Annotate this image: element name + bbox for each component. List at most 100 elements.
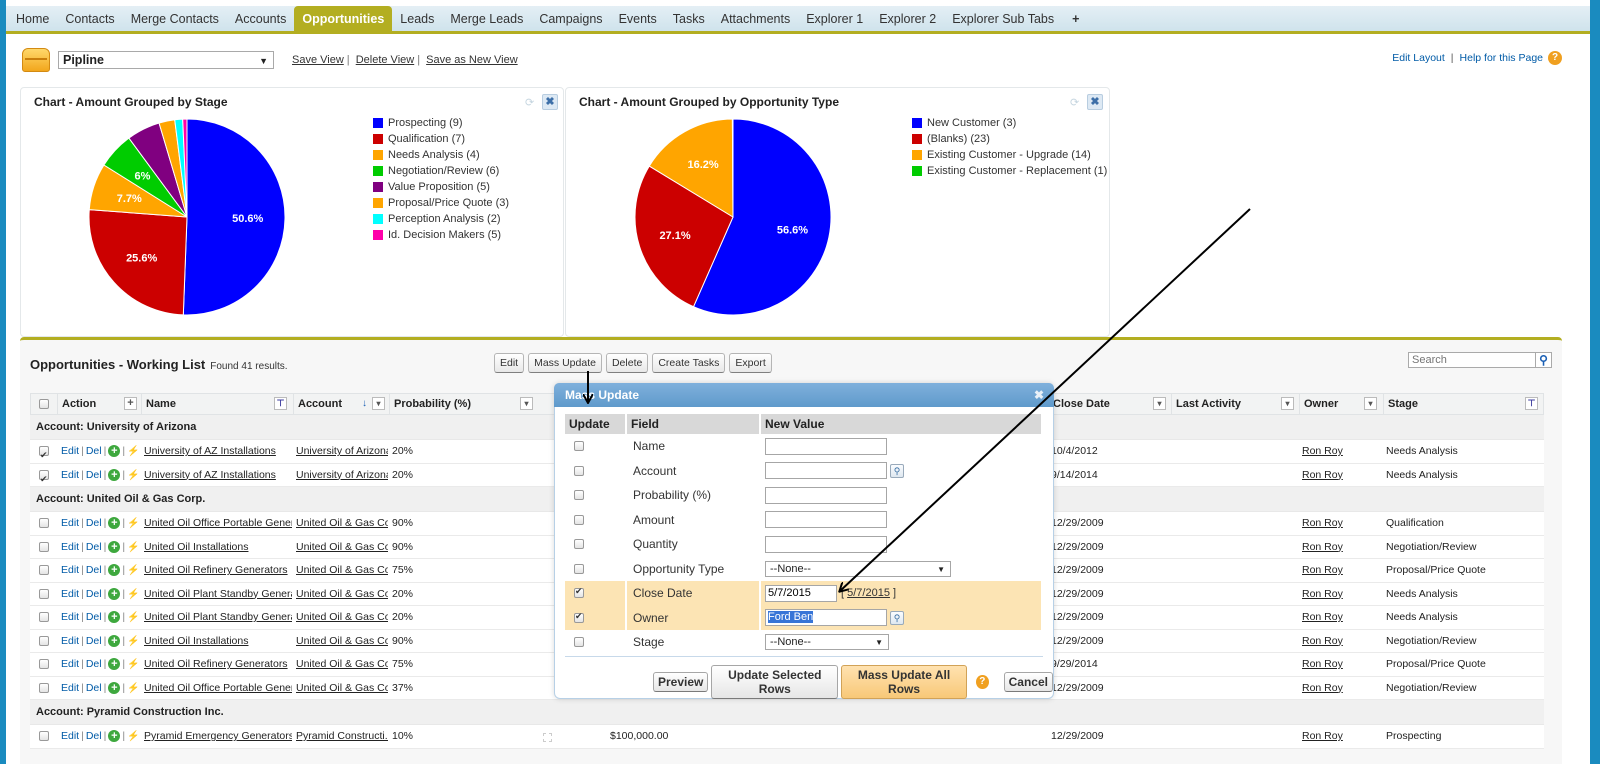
row-checkbox[interactable] [39,518,49,529]
cancel-button[interactable]: Cancel [1003,672,1053,692]
add-icon[interactable]: + [108,517,121,530]
close-icon[interactable]: ✖ [1034,383,1044,407]
create-tasks-button[interactable]: Create Tasks [652,353,726,373]
legend-item[interactable]: Value Proposition (5) [373,179,509,195]
lightning-icon[interactable]: ⚡ [127,446,139,457]
opportunity-name-link[interactable]: United Oil Installations [144,541,248,553]
opportunity-name-link[interactable]: United Oil Office Portable Generat... [144,682,292,694]
add-icon[interactable]: + [108,634,121,647]
legend-item[interactable]: Prospecting (9) [373,115,509,131]
field-select[interactable]: --None-- ▼ [765,560,951,577]
account-link[interactable]: United Oil & Gas Co... [296,564,388,576]
account-link[interactable]: United Oil & Gas Co... [296,541,388,553]
owner-link[interactable]: Ron Roy [1302,517,1343,529]
add-icon[interactable]: + [108,468,121,481]
opportunity-name-link[interactable]: United Oil Plant Standby Generators [144,588,292,600]
row-checkbox[interactable] [39,682,49,693]
field-input[interactable] [765,511,887,529]
legend-item[interactable]: Existing Customer - Replacement (1) [912,163,1107,179]
column-menu-icon[interactable]: ▾ [1153,397,1166,410]
opportunity-name-link[interactable]: Pyramid Emergency Generators [144,730,292,742]
tab-campaigns[interactable]: Campaigns [531,6,610,31]
update-checkbox[interactable] [574,586,584,599]
lightning-icon[interactable]: ⚡ [127,636,139,647]
add-column-icon[interactable]: + [124,397,137,410]
owner-link[interactable]: Ron Roy [1302,564,1343,576]
export-button[interactable]: Export [729,353,772,373]
row-checkbox[interactable] [39,444,49,467]
row-checkbox[interactable] [39,612,49,623]
edit-link[interactable]: Edit [61,541,79,553]
column-menu-icon[interactable]: ▾ [520,397,533,410]
lightning-icon[interactable]: ⚡ [127,612,139,623]
column-header-close-date[interactable]: Close Date ▾ [1048,394,1171,414]
del-link[interactable]: Del [86,469,102,481]
field-input[interactable]: Ford Ben [765,609,887,627]
update-checkbox[interactable] [574,611,584,623]
legend-item[interactable]: Proposal/Price Quote (3) [373,195,509,211]
search-input[interactable] [1408,352,1536,368]
row-checkbox[interactable] [39,659,49,670]
edit-button[interactable]: Edit [494,353,525,373]
lightning-icon[interactable]: ⚡ [127,518,139,529]
lightning-icon[interactable]: ⚡ [127,659,139,670]
add-icon[interactable]: + [108,611,121,624]
mass-update-button[interactable]: Mass Update [528,353,602,373]
lightning-icon[interactable]: ⚡ [127,565,139,576]
legend-item[interactable]: Existing Customer - Upgrade (14) [912,147,1107,163]
add-icon[interactable]: + [108,540,121,553]
account-link[interactable]: United Oil & Gas Co... [296,682,388,694]
field-input[interactable] [765,486,887,504]
add-icon[interactable]: + [108,445,121,458]
opportunity-name-link[interactable]: United Oil Office Portable Generat... [144,517,292,529]
field-input[interactable] [765,462,887,480]
edit-link[interactable]: Edit [61,658,79,670]
save-as-new-view-link[interactable]: Save as New View [426,54,518,66]
help-icon[interactable]: ? [975,675,989,689]
account-link[interactable]: University of Arizona [296,445,388,457]
column-header-account[interactable]: Account ↓ ▾ [293,394,389,414]
del-link[interactable]: Del [86,730,102,742]
account-link[interactable]: University of Arizona [296,469,388,481]
del-link[interactable]: Del [86,682,102,694]
mass-update-all-rows-button[interactable]: Mass Update All Rows [841,665,967,699]
opportunity-name-link[interactable]: United Oil Plant Standby Generators [144,611,292,623]
delete-button[interactable]: Delete [605,353,649,373]
edit-link[interactable]: Edit [61,730,79,742]
owner-link[interactable]: Ron Roy [1302,635,1343,647]
column-header-name[interactable]: Name ⊤ [141,394,293,414]
del-link[interactable]: Del [86,517,102,529]
add-icon[interactable]: + [108,587,121,600]
tab-explorer-sub-tabs[interactable]: Explorer Sub Tabs [944,6,1062,31]
account-link[interactable]: United Oil & Gas Co... [296,635,388,647]
tab-opportunities[interactable]: Opportunities [294,6,393,31]
update-checkbox[interactable] [574,490,584,501]
del-link[interactable]: Del [86,445,102,457]
owner-link[interactable]: Ron Roy [1302,588,1343,600]
tab-explorer-1[interactable]: Explorer 1 [798,6,871,31]
tab-accounts[interactable]: Accounts [227,6,294,31]
edit-link[interactable]: Edit [61,445,79,457]
account-link[interactable]: United Oil & Gas Co... [296,658,388,670]
field-input[interactable] [765,437,887,455]
date-input[interactable] [765,584,837,602]
add-tab-icon[interactable]: + [1062,6,1089,31]
edit-link[interactable]: Edit [61,588,79,600]
account-link[interactable]: United Oil & Gas Co... [296,588,388,600]
lookup-icon[interactable]: ⚲ [890,610,904,625]
column-header-stage[interactable]: Stage ⊤ [1383,394,1543,414]
field-input[interactable] [765,535,887,553]
edit-link[interactable]: Edit [61,469,79,481]
lightning-icon[interactable]: ⚡ [127,542,139,553]
tab-leads[interactable]: Leads [392,6,442,31]
add-icon[interactable]: + [108,658,121,671]
lightning-icon[interactable]: ⚡ [127,470,139,481]
edit-link[interactable]: Edit [61,564,79,576]
legend-item[interactable]: Perception Analysis (2) [373,211,509,227]
row-checkbox[interactable] [39,588,49,599]
row-checkbox[interactable] [39,541,49,552]
column-header-probability[interactable]: Probability (%) ▾ [389,394,539,414]
view-select[interactable]: Pipline ▼ [58,51,274,69]
opportunity-name-link[interactable]: United Oil Refinery Generators [144,564,288,576]
owner-link[interactable]: Ron Roy [1302,445,1343,457]
